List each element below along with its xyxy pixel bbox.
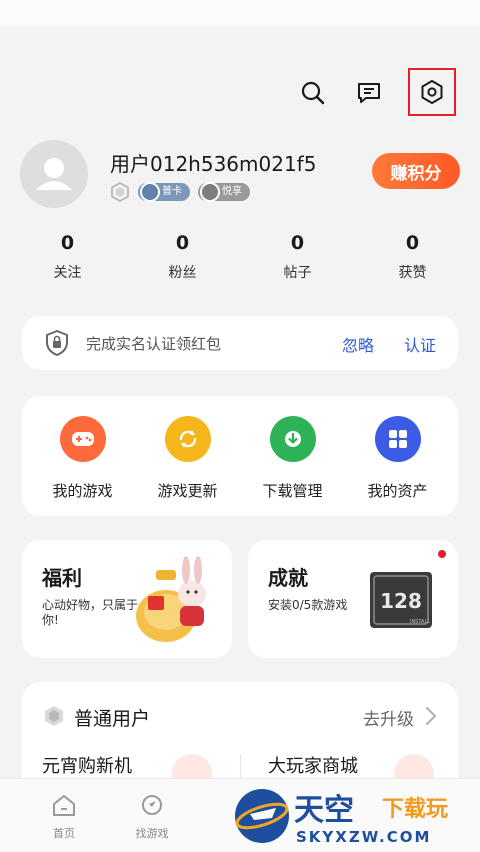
verify-button[interactable]: 认证 bbox=[404, 332, 436, 356]
medal-caption: INSTALL bbox=[410, 619, 430, 625]
badge-row: 普卡 悦享 bbox=[110, 182, 250, 202]
lantern-phone-promo[interactable]: 元宵购新机 bbox=[42, 752, 132, 778]
compass-icon bbox=[142, 795, 162, 815]
gamepad-icon bbox=[59, 416, 106, 462]
earn-points-button[interactable]: 赚积分 bbox=[372, 153, 460, 189]
messages-button[interactable] bbox=[352, 76, 386, 110]
achievement-card[interactable]: 成就 安装0/5款游戏 128 INSTALL bbox=[248, 540, 458, 658]
stat-following[interactable]: 0 关注 bbox=[10, 232, 125, 282]
settings-icon bbox=[421, 80, 443, 104]
verify-banner: 完成实名认证领红包 忽略 认证 bbox=[22, 316, 458, 370]
avatar[interactable] bbox=[20, 140, 88, 208]
welfare-title: 福利 bbox=[42, 566, 82, 590]
stat-value: 0 bbox=[405, 232, 420, 254]
tool-label: 我的游戏 bbox=[52, 482, 113, 500]
settings-button[interactable] bbox=[408, 68, 456, 116]
grid-icon bbox=[374, 416, 421, 462]
notification-dot bbox=[438, 550, 446, 558]
game-update-button[interactable]: 游戏更新 bbox=[138, 396, 238, 516]
ignore-button[interactable]: 忽略 bbox=[342, 332, 374, 356]
welfare-card[interactable]: 福利 心动好物，只属于你! bbox=[22, 540, 232, 658]
tool-label: 游戏更新 bbox=[157, 482, 218, 500]
tool-label: 下载管理 bbox=[262, 482, 323, 500]
crown-icon bbox=[140, 182, 160, 202]
watermark-tag: 下载玩 bbox=[382, 796, 448, 822]
achievement-subtitle: 安装0/5款游戏 bbox=[268, 598, 348, 612]
my-assets-button[interactable]: 我的资产 bbox=[348, 396, 448, 516]
medal-number: 128 bbox=[380, 589, 422, 613]
search-icon bbox=[301, 81, 325, 105]
my-games-button[interactable]: 我的游戏 bbox=[33, 396, 133, 516]
stat-value: 0 bbox=[60, 232, 75, 254]
username[interactable]: 用户012h536m021f5 bbox=[110, 148, 316, 177]
refresh-icon bbox=[164, 416, 211, 462]
member-hex-icon bbox=[45, 706, 63, 726]
rabbit-mascot-icon bbox=[136, 556, 206, 642]
member-level-title: 普通用户 bbox=[74, 708, 151, 730]
stat-label: 获赞 bbox=[398, 265, 427, 281]
verify-text: 完成实名认证领红包 bbox=[86, 335, 222, 353]
message-icon bbox=[358, 83, 380, 103]
stat-label: 粉丝 bbox=[168, 265, 197, 281]
search-button[interactable] bbox=[296, 76, 330, 110]
shield-lock-icon bbox=[46, 330, 68, 356]
share-badge-label: 悦享 bbox=[222, 186, 242, 197]
upgrade-link[interactable]: 去升级 bbox=[363, 705, 414, 730]
download-icon bbox=[269, 416, 316, 462]
v-icon bbox=[200, 182, 220, 202]
home-icon bbox=[53, 795, 75, 816]
stat-value: 0 bbox=[290, 232, 305, 254]
stat-label: 关注 bbox=[53, 265, 82, 281]
stat-posts[interactable]: 0 帖子 bbox=[240, 232, 355, 282]
install-medal-icon: 128 INSTALL bbox=[370, 572, 432, 628]
profile-header: 用户012h536m021f5 普卡 悦享 赚积分 bbox=[20, 138, 460, 210]
chevron-right-icon[interactable] bbox=[424, 706, 438, 726]
nav-label: 首页 bbox=[53, 827, 75, 840]
share-badge[interactable]: 悦享 bbox=[198, 182, 250, 202]
watermark-brand: 天空 bbox=[294, 793, 354, 828]
stat-label: 帖子 bbox=[283, 265, 312, 281]
default-avatar-icon bbox=[36, 158, 72, 190]
nav-find-games[interactable]: 找游戏 bbox=[122, 793, 182, 841]
stats-row: 0 关注 0 粉丝 0 帖子 0 获赞 bbox=[0, 232, 480, 282]
stat-likes[interactable]: 0 获赞 bbox=[355, 232, 470, 282]
status-bar-area bbox=[0, 0, 480, 26]
membership-card: 普通用户 去升级 元宵购新机 大玩家商城 bbox=[22, 682, 458, 794]
player-mall-promo[interactable]: 大玩家商城 bbox=[268, 752, 358, 778]
card-badge-label: 普卡 bbox=[162, 186, 182, 197]
site-watermark-logo: 天空 下载玩 SKYXZW.COM bbox=[235, 789, 448, 846]
watermark-domain: SKYXZW.COM bbox=[296, 828, 431, 846]
download-manager-button[interactable]: 下载管理 bbox=[243, 396, 343, 516]
nav-home[interactable]: 首页 bbox=[34, 793, 94, 841]
card-badge[interactable]: 普卡 bbox=[138, 182, 190, 202]
tool-label: 我的资产 bbox=[367, 482, 428, 500]
stat-fans[interactable]: 0 粉丝 bbox=[125, 232, 240, 282]
nav-label: 找游戏 bbox=[135, 827, 169, 840]
level-hex-icon[interactable] bbox=[110, 182, 130, 202]
stat-value: 0 bbox=[175, 232, 190, 254]
top-toolbar bbox=[296, 68, 456, 116]
tools-card: 我的游戏 游戏更新 下载管理 我的资产 bbox=[22, 396, 458, 516]
achievement-title: 成就 bbox=[268, 566, 308, 590]
